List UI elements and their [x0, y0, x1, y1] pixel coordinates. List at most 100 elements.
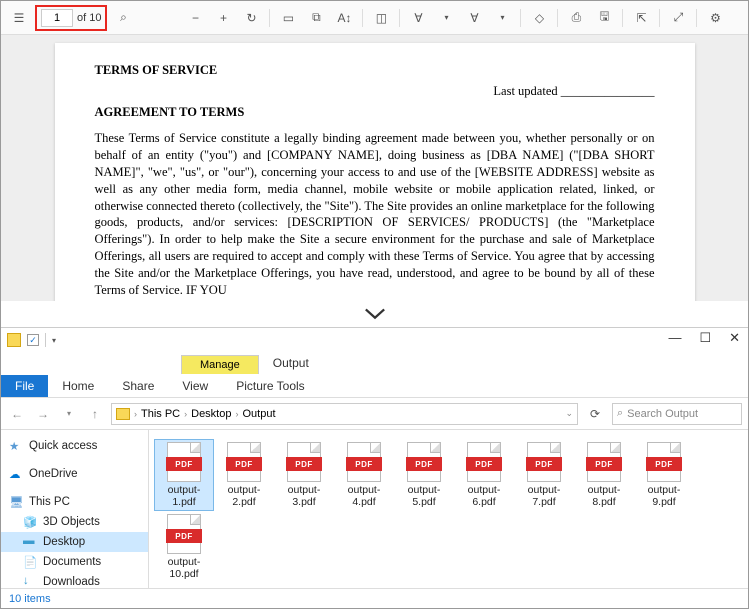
ribbon-picture-tools[interactable]: Picture Tools: [222, 375, 318, 397]
search-icon[interactable]: ⌕: [111, 6, 135, 30]
page-view-icon[interactable]: ⧉: [304, 6, 328, 30]
file-name: output-7.pdf: [517, 484, 571, 508]
pdf-file-icon: PDF: [167, 442, 201, 482]
explorer-titlebar: ✓ ▾: [1, 328, 748, 352]
chevron-down-icon[interactable]: ▾: [52, 336, 56, 345]
breadcrumb-this-pc[interactable]: This PC: [141, 408, 180, 420]
minimize-button[interactable]: —: [668, 330, 681, 346]
search-placeholder: Search Output: [627, 408, 698, 420]
maximize-button[interactable]: ☐: [699, 330, 711, 346]
desktop-icon: ▬: [23, 535, 37, 549]
page-total: of 10: [77, 12, 101, 24]
strike-icon[interactable]: ∀: [462, 6, 486, 30]
chevron-right-icon: ›: [235, 409, 238, 419]
close-button[interactable]: ✕: [729, 330, 740, 346]
cube-icon: 🧊: [23, 515, 37, 529]
status-bar: 10 items: [1, 588, 748, 608]
forward-button[interactable]: →: [33, 404, 53, 424]
address-bar[interactable]: › This PC › Desktop › Output ⌄: [111, 403, 578, 425]
nav-documents[interactable]: 📄Documents: [1, 552, 148, 572]
nav-pane: ★Quick access ☁OneDrive 🖥This PC 🧊3D Obj…: [1, 430, 149, 588]
folder-icon: [7, 333, 21, 347]
file-item[interactable]: PDFoutput-3.pdf: [275, 440, 333, 510]
pdf-file-icon: PDF: [527, 442, 561, 482]
checkbox-icon[interactable]: ✓: [27, 334, 39, 346]
doc-body: These Terms of Service constitute a lega…: [95, 130, 655, 299]
explorer-body: ★Quick access ☁OneDrive 🖥This PC 🧊3D Obj…: [1, 430, 748, 588]
nav-desktop[interactable]: ▬Desktop: [1, 532, 148, 552]
pdf-content[interactable]: TERMS OF SERVICE Last updated __________…: [1, 35, 748, 301]
pdf-file-icon: PDF: [227, 442, 261, 482]
breadcrumb-output[interactable]: Output: [242, 408, 275, 420]
save-icon[interactable]: 🖫: [592, 6, 616, 30]
file-item[interactable]: PDFoutput-9.pdf: [635, 440, 693, 510]
ribbon-home[interactable]: Home: [48, 375, 108, 397]
ribbon-file[interactable]: File: [1, 375, 48, 397]
pc-icon: 🖥: [9, 495, 23, 509]
file-name: output-8.pdf: [577, 484, 631, 508]
divider-chevron[interactable]: [1, 301, 748, 327]
erase-icon[interactable]: ◇: [527, 6, 551, 30]
file-item[interactable]: PDFoutput-2.pdf: [215, 440, 273, 510]
nav-quick-access[interactable]: ★Quick access: [1, 436, 148, 456]
back-button[interactable]: ←: [7, 404, 27, 424]
nav-3d-objects[interactable]: 🧊3D Objects: [1, 512, 148, 532]
fullscreen-icon[interactable]: ⤢: [666, 6, 690, 30]
file-name: output-6.pdf: [457, 484, 511, 508]
gear-icon[interactable]: ⚙: [703, 6, 727, 30]
doc-updated: Last updated _______________: [95, 84, 655, 99]
file-name: output-10.pdf: [157, 556, 211, 580]
pdf-file-icon: PDF: [347, 442, 381, 482]
explorer-tabs-row: — ☐ ✕ Manage Output: [1, 352, 748, 374]
page-input[interactable]: [41, 9, 73, 27]
chevron-down-icon[interactable]: ▾: [434, 6, 458, 30]
text-size-icon[interactable]: A↕: [332, 6, 356, 30]
export-icon[interactable]: ⇱: [629, 6, 653, 30]
file-item[interactable]: PDFoutput-10.pdf: [155, 512, 213, 582]
recent-dropdown[interactable]: ▾: [59, 404, 79, 424]
pdf-file-icon: PDF: [587, 442, 621, 482]
star-icon: ★: [9, 439, 23, 453]
ribbon-view[interactable]: View: [168, 375, 222, 397]
nav-this-pc[interactable]: 🖥This PC: [1, 492, 148, 512]
file-item[interactable]: PDFoutput-1.pdf: [155, 440, 213, 510]
file-name: output-3.pdf: [277, 484, 331, 508]
file-item[interactable]: PDFoutput-8.pdf: [575, 440, 633, 510]
file-item[interactable]: PDFoutput-4.pdf: [335, 440, 393, 510]
search-icon: ⌕: [617, 407, 623, 420]
ribbon-share[interactable]: Share: [108, 375, 168, 397]
zoom-in-icon[interactable]: +: [211, 6, 235, 30]
file-list[interactable]: PDFoutput-1.pdfPDFoutput-2.pdfPDFoutput-…: [149, 430, 748, 588]
pdf-file-icon: PDF: [407, 442, 441, 482]
outline-icon[interactable]: ☰: [7, 6, 31, 30]
annotate-icon[interactable]: ◫: [369, 6, 393, 30]
breadcrumb-desktop[interactable]: Desktop: [191, 408, 231, 420]
chevron-down-icon[interactable]: ⌄: [565, 408, 573, 419]
zoom-out-icon[interactable]: −: [183, 6, 207, 30]
fit-width-icon[interactable]: ▭: [276, 6, 300, 30]
file-item[interactable]: PDFoutput-6.pdf: [455, 440, 513, 510]
file-item[interactable]: PDFoutput-7.pdf: [515, 440, 573, 510]
nav-downloads[interactable]: ↓Downloads: [1, 572, 148, 588]
chevron-down-icon[interactable]: ▾: [490, 6, 514, 30]
search-input[interactable]: ⌕ Search Output: [612, 403, 742, 425]
folder-icon: [116, 408, 130, 420]
rotate-icon[interactable]: ↻: [239, 6, 263, 30]
pdf-page: TERMS OF SERVICE Last updated __________…: [55, 43, 695, 301]
refresh-button[interactable]: ⟳: [584, 403, 606, 425]
doc-heading-1: TERMS OF SERVICE: [95, 63, 655, 78]
pdf-file-icon: PDF: [647, 442, 681, 482]
pdf-viewer: ☰ of 10 ⌕ − + ↻ ▭ ⧉ A↕ ◫ ∀ ▾ ∀ ▾ ◇ ⎙ 🖫 ⇱…: [1, 1, 748, 301]
up-button[interactable]: ↑: [85, 404, 105, 424]
file-explorer: ✓ ▾ — ☐ ✕ Manage Output File Home Share …: [1, 327, 748, 608]
file-item[interactable]: PDFoutput-5.pdf: [395, 440, 453, 510]
cloud-icon: ☁: [9, 467, 23, 481]
explorer-ribbon: File Home Share View Picture Tools: [1, 374, 748, 398]
chevron-right-icon: ›: [184, 409, 187, 419]
download-icon: ↓: [23, 575, 37, 588]
doc-heading-2: AGREEMENT TO TERMS: [95, 105, 655, 120]
print-icon[interactable]: ⎙: [564, 6, 588, 30]
manage-tab[interactable]: Manage: [181, 355, 259, 374]
highlight-icon[interactable]: ∀: [406, 6, 430, 30]
nav-onedrive[interactable]: ☁OneDrive: [1, 464, 148, 484]
